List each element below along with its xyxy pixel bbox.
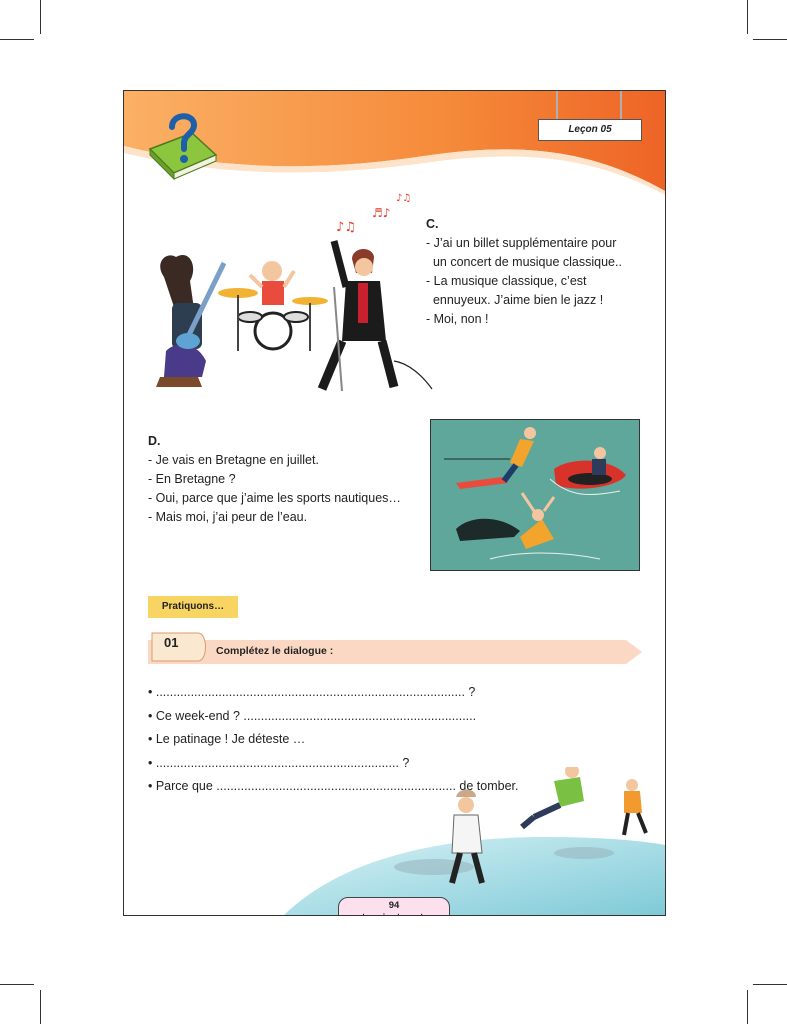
dialogue-line: - En Bretagne ? [148,472,236,486]
exercise-line[interactable]: • ......................................… [148,681,518,705]
dialogue-line: - Mais moi, j’ai peur de l’eau. [148,510,308,524]
crop-mark [40,990,41,1024]
dialogue-line: un concert de musique classique.. [426,255,622,269]
ice-skating-illustration [284,767,665,915]
dialogue-c: C. - J’ai un billet supplémentaire pour … [426,215,622,329]
exercise-line: • Le patinage ! Je déteste … [148,732,306,746]
svg-text:♪♫: ♪♫ [336,220,356,235]
crop-mark [753,39,787,40]
crop-mark [40,0,41,34]
dialogue-line: - Moi, non ! [426,312,489,326]
crop-mark [0,984,34,985]
dialogue-line: ennuyeux. J’aime bien le jazz ! [426,293,604,307]
page-number: 94 [388,900,400,911]
practice-label: Pratiquons… [148,596,238,618]
svg-text:♪♫: ♪♫ [396,193,411,204]
dialogue-line: - J’ai un billet supplémentaire pour [426,236,617,250]
textbook-page: Leçon 05 ♪♫ ♬♪ ♪♫ C. - J’ai un billet su… [123,90,666,916]
dialogue-line: - La musique classique, c’est [426,274,587,288]
exercise-number: 01 [164,635,179,650]
exercise-title: Complétez le dialogue : [216,645,334,657]
page-number-badge: 94 quatre-vingt-quatorze [338,897,450,915]
crop-mark [747,0,748,34]
dialogue-line: - Je vais en Bretagne en juillet. [148,453,319,467]
page-number-words: quatre-vingt-quatorze [339,912,449,915]
dialogue-line: - Oui, parce que j’aime les sports nauti… [148,491,401,505]
crop-mark [0,39,34,40]
crop-mark [747,990,748,1024]
exercise-line[interactable]: • Ce week-end ? ........................… [148,705,518,729]
tag-hanger [620,91,622,121]
lesson-label: Leçon 05 [538,119,642,141]
crop-mark [753,984,787,985]
dialogue-c-heading: C. [426,217,439,231]
svg-text:♬♪: ♬♪ [372,206,390,220]
dialogue-d-heading: D. [148,434,161,448]
dialogue-d: D. - Je vais en Bretagne en juillet. - E… [148,432,401,527]
question-book-icon [148,113,218,181]
water-sports-illustration [430,419,640,571]
music-band-illustration: ♪♫ ♬♪ ♪♫ [156,193,433,392]
tag-hanger [556,91,558,121]
